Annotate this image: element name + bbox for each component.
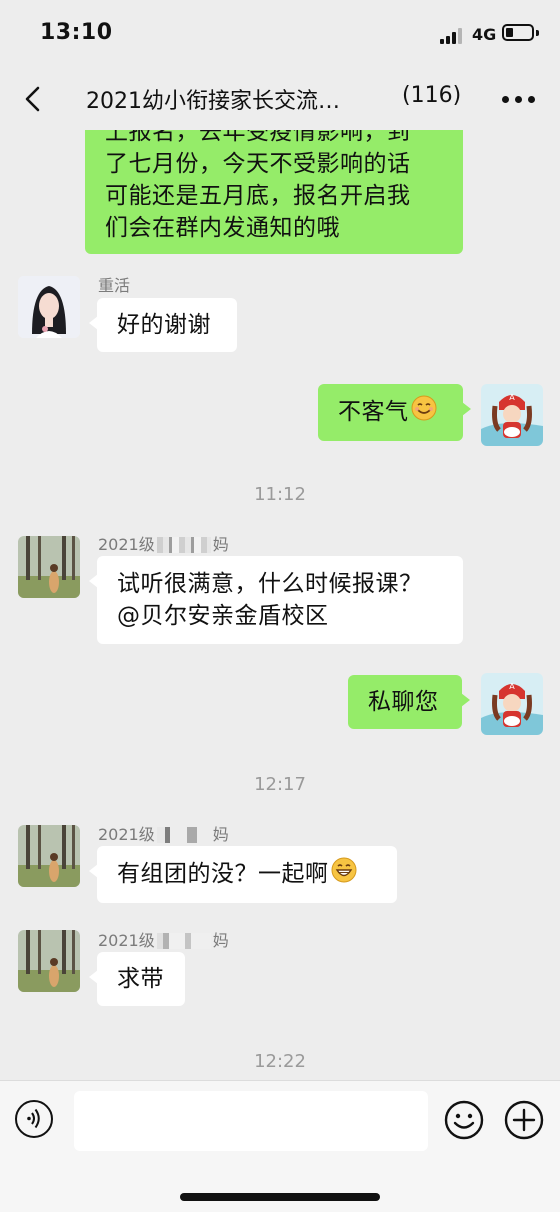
member-count: (116): [402, 83, 462, 108]
svg-text:A: A: [509, 682, 515, 691]
sender-name: 2021级 妈: [98, 927, 229, 951]
timestamp-divider: 12:17: [254, 774, 306, 795]
message-bubble-incoming[interactable]: 有组团的没？一起啊: [89, 846, 397, 903]
redacted-block: [156, 933, 211, 949]
message-line: 们会在群内发通知的哦: [105, 215, 340, 241]
battery-tip: [536, 30, 539, 36]
sender-name-suffix: 妈: [212, 931, 229, 950]
message-bubble-incoming[interactable]: 试听很满意，什么时候报课？ @贝尔安亲金盾校区: [89, 556, 463, 644]
avatar[interactable]: [18, 536, 80, 598]
input-bar: [0, 1080, 560, 1212]
redacted-block: [156, 827, 211, 843]
message-line: 试听很满意，什么时候报课？: [117, 571, 423, 597]
sender-name: 2021级 妈: [98, 531, 229, 555]
avatar-self[interactable]: A: [481, 384, 543, 446]
avatar[interactable]: [18, 276, 80, 338]
sender-name-suffix: 妈: [212, 825, 229, 844]
message-line: @贝尔安亲金盾校区: [117, 603, 329, 629]
message-bubble-outgoing[interactable]: 上报名，去年受疫情影响，到 了七月份，今天不受影响的话 可能还是五月底，报名开启…: [85, 130, 463, 254]
emoji-icon[interactable]: [444, 1100, 484, 1140]
message-text: 求带: [117, 966, 164, 992]
network-label: 4G: [472, 25, 497, 44]
avatar[interactable]: [18, 825, 80, 887]
chat-title: 2021幼小衔接家长交流…: [86, 89, 340, 114]
status-bar: 13:10 4G: [0, 0, 560, 68]
sender-name-prefix: 2021级: [98, 825, 155, 844]
nav-bar: 2021幼小衔接家长交流… (116): [0, 68, 560, 130]
back-icon[interactable]: [22, 86, 48, 112]
redacted-block: [156, 537, 211, 553]
signal-icon: [440, 28, 466, 44]
voice-icon[interactable]: [15, 1100, 53, 1138]
sender-name: 重活: [98, 276, 131, 295]
more-icon[interactable]: [502, 96, 536, 104]
plus-icon[interactable]: [504, 1100, 544, 1140]
message-bubble-incoming[interactable]: 好的谢谢: [89, 298, 237, 352]
timestamp-divider: 11:12: [254, 484, 306, 505]
battery-icon: [502, 24, 534, 41]
message-bubble-incoming[interactable]: 求带: [89, 952, 185, 1006]
status-time: 13:10: [40, 20, 113, 45]
message-text: 不客气: [338, 399, 409, 425]
timestamp-divider: 12:22: [254, 1051, 306, 1072]
message-line: 可能还是五月底，报名开启我: [105, 183, 411, 209]
avatar[interactable]: [18, 930, 80, 992]
message-line: 上报名，去年受疫情影响，到: [105, 130, 411, 145]
sender-name: 2021级 妈: [98, 821, 229, 845]
message-text: 有组团的没？一起啊: [117, 861, 329, 887]
sender-name-prefix: 2021级: [98, 535, 155, 554]
chat-area[interactable]: 上报名，去年受疫情影响，到 了七月份，今天不受影响的话 可能还是五月底，报名开启…: [0, 130, 560, 1080]
message-input[interactable]: [74, 1091, 428, 1151]
message-bubble-outgoing[interactable]: 私聊您: [348, 675, 470, 729]
avatar-self[interactable]: A: [481, 673, 543, 735]
message-text: 好的谢谢: [117, 312, 211, 338]
message-bubble-outgoing[interactable]: 不客气: [318, 384, 471, 441]
sender-name-suffix: 妈: [212, 535, 229, 554]
message-text: 私聊您: [368, 689, 439, 715]
svg-text:A: A: [509, 393, 515, 402]
grinning-face-emoji: [331, 857, 357, 892]
home-indicator: [180, 1193, 380, 1201]
sender-name-prefix: 2021级: [98, 931, 155, 950]
message-line: 了七月份，今天不受影响的话: [105, 151, 411, 177]
smiling-face-emoji: [411, 395, 437, 430]
